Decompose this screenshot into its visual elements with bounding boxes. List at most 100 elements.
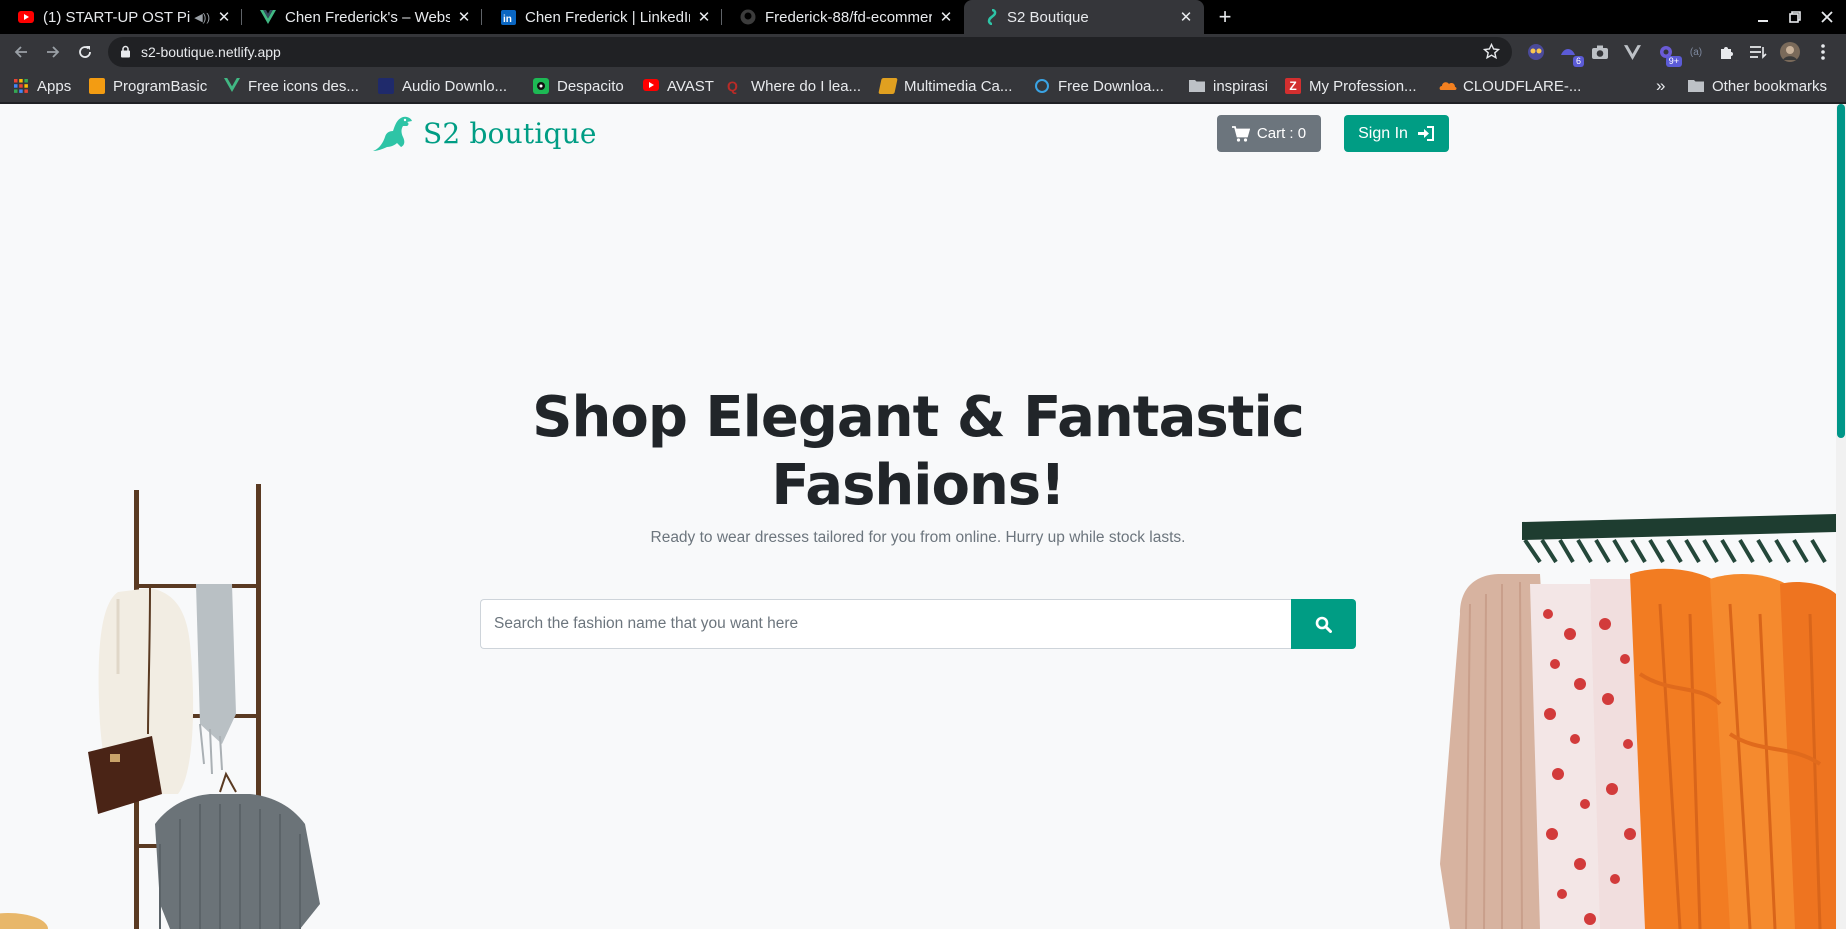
site-navbar: S2 boutique Cart : 0 Sign In [0,104,1836,164]
bookmark-icon [1034,78,1050,94]
clothes-ladder-image [0,484,320,929]
page-viewport: S2 boutique Cart : 0 Sign In Shop Elegan… [0,104,1846,929]
hero-subtitle: Ready to wear dresses tailored for you f… [650,529,1186,546]
bookmark-cloudflare[interactable]: CLOUDFLARE-... [1439,70,1581,102]
tab-website[interactable]: Chen Frederick's – Websit ✕ [242,0,482,34]
vue-devtools-icon[interactable] [1622,42,1642,62]
bookmark-despacito[interactable]: Despacito [533,70,624,102]
brand-logo[interactable]: S2 boutique [371,113,597,153]
bookmark-label: Apps [37,77,72,95]
cart-icon [1231,125,1250,142]
sign-in-button[interactable]: Sign In [1344,115,1449,152]
cloudflare-icon [1439,78,1457,94]
tab-close-icon[interactable]: ✕ [696,9,712,26]
bookmark-label: CLOUDFLARE-... [1463,77,1582,95]
search-input[interactable] [480,599,1292,649]
browser-menu-icon[interactable] [1813,42,1833,62]
search-button[interactable] [1291,599,1356,649]
tab-close-icon[interactable]: ✕ [216,9,232,26]
cart-button[interactable]: Cart : 0 [1217,115,1321,152]
back-button[interactable] [7,38,35,66]
bookmark-other-bookmarks[interactable]: Other bookmarks [1688,70,1827,102]
bookmark-avast[interactable]: AVAST [643,70,714,102]
reading-list-icon[interactable] [1748,42,1768,62]
tab-close-icon[interactable]: ✕ [456,9,472,26]
audio-playing-icon[interactable]: ◀)) [194,11,210,24]
lock-icon[interactable] [120,45,131,63]
page-scrollbar[interactable] [1836,104,1846,929]
bookmark-apps[interactable]: Apps [13,70,71,102]
avatar[interactable] [1780,42,1800,62]
tab-youtube[interactable]: (1) START-UP OST Pian ◀)) ✕ [0,0,242,34]
tab-close-icon[interactable]: ✕ [1178,9,1194,26]
search-icon [1315,616,1332,633]
sign-in-label: Sign In [1358,124,1408,142]
scrollbar-thumb[interactable] [1837,104,1845,438]
search-bar [480,599,1356,649]
music-icon [533,78,549,94]
bookmark-label: inspirasi [1213,77,1269,95]
apps-grid-icon [13,78,29,94]
tab-title: (1) START-UP OST Pian [43,8,191,26]
bookmark-free-icons[interactable]: Free icons des... [224,70,359,102]
bookmark-icon [878,78,898,94]
audio-icon [378,78,394,94]
bookmark-programbasic[interactable]: ProgramBasic [89,70,207,102]
bookmarks-overflow-button[interactable]: » [1656,70,1665,102]
close-window-button[interactable] [1811,0,1843,34]
bookmark-label: AVAST [667,77,714,95]
url-input[interactable] [141,44,1441,60]
linkedin-icon: in [500,9,516,25]
bookmark-where-do-i-learn[interactable]: Q Where do I lea... [727,70,861,102]
youtube-icon [18,9,34,25]
svg-text:in: in [503,14,512,25]
bookmark-folder-inspirasi[interactable]: inspirasi [1189,70,1268,102]
extensions-puzzle-icon[interactable] [1716,42,1736,62]
bookmark-audio-download[interactable]: Audio Downlo... [378,70,507,102]
tab-s2-boutique[interactable]: S2 Boutique ✕ [964,0,1204,34]
camera-icon[interactable] [1590,42,1610,62]
tab-title: S2 Boutique [1007,8,1089,26]
s2-logo-icon [982,9,998,25]
tab-strip: (1) START-UP OST Pian ◀)) ✕ Chen Frederi… [0,0,1846,34]
extension-badge-icon[interactable]: 6 [1558,42,1584,67]
tab-title: Chen Frederick's – Websit [285,8,450,26]
bookmark-label: ProgramBasic [113,77,208,95]
sign-in-icon [1417,126,1434,141]
bookmark-icon [89,78,105,94]
bookmark-free-download[interactable]: Free Downloa... [1034,70,1164,102]
forward-button[interactable] [39,38,67,66]
extension-ghostery-icon[interactable] [1526,42,1546,62]
bookmark-my-profession[interactable]: Z My Profession... [1285,70,1417,102]
bookmark-label: Other bookmarks [1712,77,1828,95]
youtube-icon [643,78,659,94]
bookmark-label: Audio Downlo... [402,77,508,95]
extension-gear-icon[interactable]: 9+ [1656,42,1682,67]
bookmark-label: Where do I lea... [751,77,862,95]
folder-icon [1688,78,1704,94]
brand-name: S2 boutique [423,116,597,150]
extension-wave-icon[interactable]: (a) [1686,42,1706,62]
bookmark-label: Despacito [557,77,624,95]
new-tab-button[interactable]: + [1211,4,1239,29]
browser-toolbar: 6 9+ (a) [0,34,1846,70]
tab-close-icon[interactable]: ✕ [938,9,954,26]
minimize-button[interactable] [1747,0,1779,34]
address-bar[interactable] [108,37,1512,67]
vue-icon [224,78,240,94]
bookmark-multimedia[interactable]: Multimedia Ca... [878,70,1013,102]
clothing-rack-image [1440,514,1836,929]
bookmark-label: My Profession... [1309,77,1417,95]
reload-button[interactable] [71,38,99,66]
bookmark-star-icon[interactable] [1482,42,1501,65]
tab-github[interactable]: Frederick-88/fd-ecommer ✕ [722,0,964,34]
z-icon: Z [1285,78,1301,94]
tab-title: Chen Frederick | LinkedIn [525,8,690,26]
tab-linkedin[interactable]: in Chen Frederick | LinkedIn ✕ [482,0,722,34]
dinosaur-logo-icon [373,116,412,151]
restore-button[interactable] [1779,0,1811,34]
tab-title: Frederick-88/fd-ecommer [765,8,932,26]
hero-title: Shop Elegant & Fantastic Fashions! [532,385,1305,518]
github-icon [740,9,756,25]
bookmark-label: Multimedia Ca... [904,77,1013,95]
